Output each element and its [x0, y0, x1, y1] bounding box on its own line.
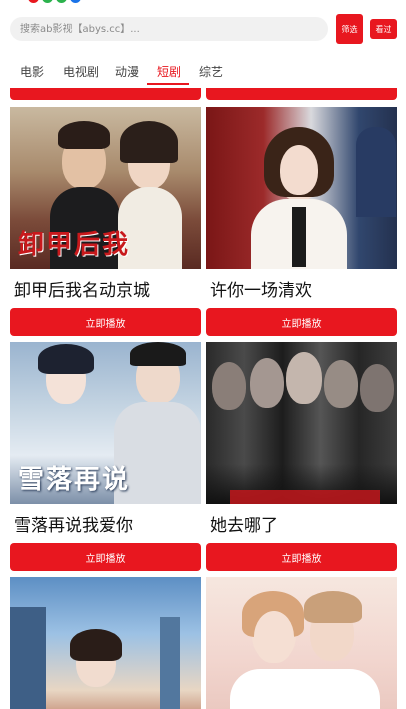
tab-tv-series[interactable]: 电视剧: [63, 63, 99, 80]
drama-title[interactable]: 雪落再说我爱你: [10, 514, 201, 538]
play-button[interactable]: [10, 88, 201, 100]
drama-card[interactable]: [10, 577, 201, 709]
drama-title[interactable]: 卸甲后我名动京城: [10, 279, 201, 303]
poster-title-art: [60, 579, 150, 599]
play-button[interactable]: 立即播放: [206, 543, 397, 571]
drama-card[interactable]: 卸甲后我 卸甲后我名动京城 立即播放: [10, 107, 201, 336]
drama-card[interactable]: 雪落再说 雪落再说我爱你 立即播放: [10, 342, 201, 571]
tab-movie[interactable]: 电影: [20, 63, 44, 80]
poster-title-art: 雪落再说: [18, 465, 131, 495]
tab-short-drama[interactable]: 短剧: [157, 63, 181, 80]
drama-card[interactable]: 许你一场清欢 立即播放: [206, 107, 397, 336]
poster-image[interactable]: [206, 577, 397, 709]
app-logo: [28, 0, 81, 3]
drama-card[interactable]: 她去哪了 立即播放: [206, 342, 397, 571]
filter-button[interactable]: 筛选: [336, 14, 363, 44]
drama-card[interactable]: [206, 577, 397, 709]
drama-title[interactable]: 许你一场清欢: [206, 279, 397, 303]
poster-image[interactable]: [206, 107, 397, 269]
active-tab-indicator: [147, 83, 189, 85]
play-button[interactable]: [206, 88, 397, 100]
play-button[interactable]: 立即播放: [206, 308, 397, 336]
poster-title-art: 卸甲后我: [18, 230, 131, 260]
play-button[interactable]: 立即播放: [10, 308, 201, 336]
poster-image[interactable]: [10, 577, 201, 709]
search-input[interactable]: [20, 17, 328, 41]
category-tabs: 电影 电视剧 动漫 短剧 综艺: [0, 57, 406, 87]
play-button[interactable]: 立即播放: [10, 543, 201, 571]
history-button[interactable]: 看过: [370, 19, 397, 39]
drama-title[interactable]: 她去哪了: [206, 514, 397, 538]
tab-variety[interactable]: 综艺: [199, 63, 223, 80]
poster-image[interactable]: 雪落再说: [10, 342, 201, 504]
poster-image[interactable]: [206, 342, 397, 504]
tab-anime[interactable]: 动漫: [115, 63, 139, 80]
search-bar[interactable]: [10, 17, 328, 41]
poster-image[interactable]: 卸甲后我: [10, 107, 201, 269]
